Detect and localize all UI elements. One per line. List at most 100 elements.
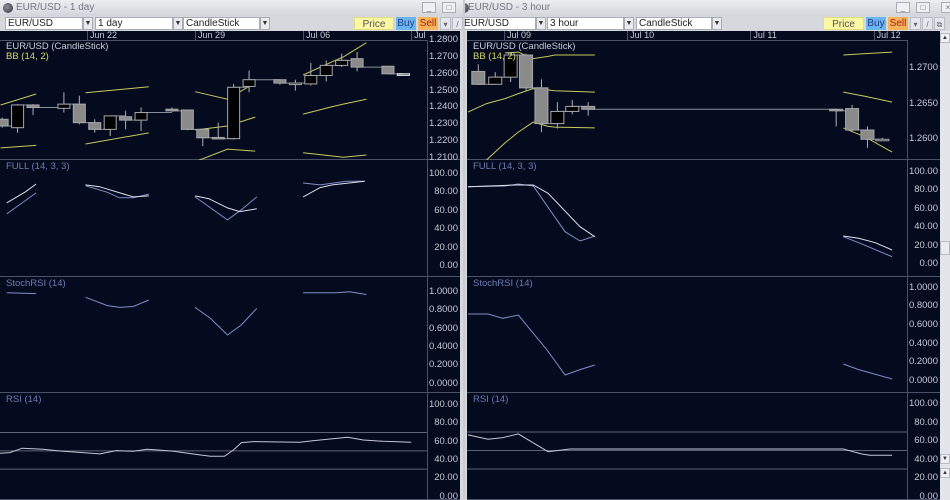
full-pane[interactable]: 100.00 80.00 60.00 40.00 20.00 0.00 FULL (14, … (0, 160, 460, 277)
chevron-down-icon[interactable]: ▼ (83, 17, 93, 30)
full-plot (6, 180, 365, 221)
candlestick (88, 122, 102, 130)
scroll-up-icon[interactable]: ▲ (940, 33, 950, 43)
candlestick (165, 108, 179, 112)
candlestick (335, 59, 349, 66)
price-box-button[interactable]: Price Box (823, 17, 864, 43)
buy-button[interactable]: Buy (396, 17, 416, 30)
bollinger-label: BB (14, 2) (473, 51, 516, 62)
chart-toolbar: EUR/USD ▼ 1 day ▼ CandleStick ▼ Price Bo… (0, 16, 463, 43)
chevron-down-icon[interactable]: ▼ (712, 17, 722, 30)
y-tick-label: 60.00 (914, 202, 938, 214)
y-tick-label: 1.2600 (908, 133, 938, 145)
maximize-button[interactable]: □ (916, 2, 930, 13)
rsi-y-axis: 100.00 80.00 60.00 40.00 20.00 0.00 (427, 393, 461, 500)
stochrsi-indicator-label: StochRSI (14) (473, 278, 533, 289)
y-tick-label: 0.2000 (908, 356, 938, 368)
full-plot (467, 183, 893, 258)
stochrsi-indicator-label: StochRSI (14) (6, 278, 66, 289)
bollinger-lower-line (198, 148, 256, 160)
price-plot (467, 51, 893, 160)
chevron-down-icon[interactable]: ▼ (624, 17, 634, 30)
rsi-pane[interactable]: 100.00 80.00 60.00 40.00 20.00 0.00 RSI (14) (467, 393, 940, 500)
date-tick-label: Jul 09 (503, 31, 531, 40)
y-tick-label: 1.0000 (428, 285, 458, 297)
price-pane[interactable]: 1.2700 1.2650 1.2600 EUR/USD (CandleStick) B… (467, 40, 940, 160)
candlestick (581, 105, 596, 110)
bollinger-upper-line (0, 93, 37, 106)
collapse-pane-icon[interactable]: ▼ (940, 454, 950, 464)
rsi-indicator-label: RSI (14) (6, 394, 42, 405)
date-tick-label: Jun 29 (195, 31, 225, 40)
stochrsi-pane[interactable]: 1.0000 0.8000 0.6000 0.4000 0.2000 0.0000 Stoc… (467, 277, 940, 393)
price-pane[interactable]: 1.2800 1.2700 1.2600 1.2500 1.2400 1.2300 1.22… (0, 35, 460, 162)
y-tick-label: 0.00 (919, 490, 939, 500)
chart-window-3-hour: EUR/USD - 3 hour _ □ × EUR/USD ▼ 3 hour … (465, 0, 950, 500)
bollinger-lower-line (486, 121, 595, 160)
y-tick-label: 0.0000 (908, 374, 938, 386)
scrollbar-thumb[interactable] (940, 241, 950, 255)
chart-type-select[interactable]: CandleStick (183, 17, 260, 30)
price-box-button[interactable]: Price Box (354, 17, 394, 43)
chevron-down-icon[interactable]: ▼ (536, 17, 546, 30)
symbol-select[interactable]: EUR/USD (465, 17, 536, 30)
bollinger-lower-line (85, 132, 149, 145)
y-tick-label: 1.2700 (428, 50, 458, 62)
stochastic-d-line (6, 192, 37, 215)
bollinger-label: BB (14, 2) (6, 51, 49, 62)
interval-select[interactable]: 3 hour (547, 17, 624, 30)
y-tick-label: 0.00 (439, 259, 459, 271)
dropdown-menu-icon[interactable]: ▾ (910, 17, 921, 30)
y-tick-label: 0.8000 (428, 304, 458, 316)
title-bar[interactable]: EUR/USD - 1 day _ □ (0, 0, 463, 16)
chart-type-select[interactable]: CandleStick (636, 17, 712, 30)
full-pane[interactable]: 100.00 80.00 60.00 40.00 20.00 0.00 FULL (14, … (467, 160, 940, 277)
buy-button[interactable]: Buy (866, 17, 886, 30)
rsi-plot (0, 431, 427, 470)
rsi-line (0, 436, 412, 457)
title-bar[interactable]: EUR/USD - 3 hour _ □ × (465, 0, 950, 16)
rsi-pane[interactable]: 100.00 80.00 60.00 40.00 20.00 0.00 RSI (14) (0, 393, 460, 500)
y-tick-label: 0.4000 (428, 340, 458, 352)
interval-select[interactable]: 1 day (95, 17, 173, 30)
vertical-scrollbar[interactable]: ▲ ▼ ▲ (940, 31, 950, 500)
y-tick-label: 1.2500 (428, 84, 458, 96)
chart-area[interactable]: Jun 22 Jun 29 Jul 06 Jul 1.2800 1.2700 1.2600 1… (0, 31, 460, 500)
stochrsi-line (85, 296, 149, 308)
stochrsi-pane[interactable]: 1.0000 0.8000 0.6000 0.4000 0.2000 0.0000 Stoc… (0, 277, 460, 393)
stochastic-k-line (467, 184, 596, 238)
rsi-indicator-label: RSI (14) (473, 394, 509, 405)
y-tick-label: 60.00 (434, 435, 458, 447)
dropdown-menu-icon[interactable]: ▾ (440, 17, 451, 30)
candlestick (319, 64, 333, 77)
candlestick (471, 70, 486, 85)
sell-button[interactable]: Sell (418, 17, 438, 30)
date-tick-label: Jun 22 (87, 31, 117, 40)
full-indicator-label: FULL (14, 3, 3) (473, 161, 537, 172)
stochrsi-plot (468, 313, 893, 380)
minimize-button[interactable]: _ (896, 2, 910, 13)
rsi-y-axis: 100.00 80.00 60.00 40.00 20.00 0.00 (907, 393, 941, 500)
minimize-button[interactable]: _ (422, 2, 436, 13)
candlestick (350, 58, 364, 68)
candlestick (103, 115, 117, 130)
full-y-axis: 100.00 80.00 60.00 40.00 20.00 0.00 (907, 160, 941, 276)
y-tick-label: 80.00 (434, 417, 458, 429)
candlestick (211, 136, 225, 140)
draw-line-icon[interactable]: / (922, 17, 933, 30)
y-tick-label: 0.00 (919, 258, 939, 270)
sell-button[interactable]: Sell (888, 17, 908, 30)
chevron-down-icon[interactable]: ▼ (173, 17, 183, 30)
y-tick-label: 0.0000 (428, 377, 458, 389)
close-button[interactable]: × (941, 2, 950, 13)
chart-area[interactable]: Jul 09 Jul 10 Jul 11 Jul 12 1.2700 1.2650 1.26… (467, 31, 940, 500)
window-title: EUR/USD - 3 hour (468, 2, 551, 13)
chevron-down-icon[interactable]: ▼ (260, 17, 270, 30)
bollinger-middle-line (302, 98, 367, 115)
symbol-select[interactable]: EUR/USD (5, 17, 83, 30)
draw-line-icon[interactable]: / (452, 17, 463, 30)
maximize-button[interactable]: □ (442, 2, 456, 13)
candlestick (180, 109, 194, 130)
expand-pane-icon[interactable]: ▲ (940, 468, 950, 478)
detach-window-icon[interactable]: ⧉ (934, 17, 945, 30)
